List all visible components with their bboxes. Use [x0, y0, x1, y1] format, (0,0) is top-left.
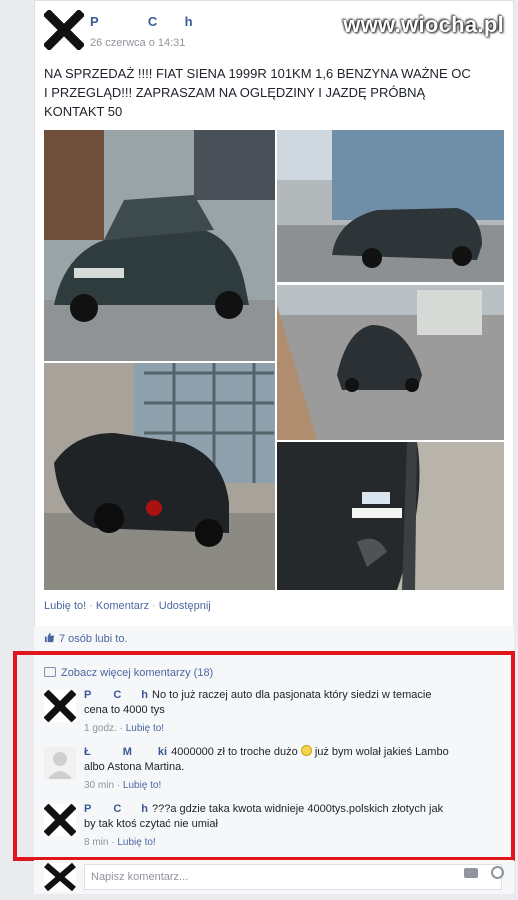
author-name-part: C	[147, 14, 158, 29]
likes-count[interactable]: 7 osób lubi to.	[59, 633, 128, 645]
censored-avatar-icon	[44, 862, 76, 892]
author-avatar[interactable]	[44, 10, 84, 50]
watermark: www.wiocha.pl	[343, 12, 504, 37]
post-photo-car-street[interactable]	[277, 285, 504, 440]
post-timestamp[interactable]: 26 czerwca o 14:31	[90, 37, 185, 49]
comment-input[interactable]: Napisz komentarz...	[84, 864, 502, 890]
post-text-line: I PRZEGLĄD!!! ZAPRASZAM NA OGLĘDZINY I J…	[44, 85, 426, 100]
post-text-line: KONTAKT 50	[44, 104, 123, 119]
thumbs-up-icon	[44, 632, 55, 643]
post-text-line: NA SPRZEDAŻ !!!! FIAT SIENA 1999R 101KM …	[44, 66, 471, 81]
current-user-avatar	[44, 862, 76, 892]
comment-link[interactable]: Komentarz	[96, 600, 149, 612]
highlight-frame	[13, 651, 515, 861]
camera-icon[interactable]	[464, 868, 478, 878]
likes-bar: 7 osób lubi to.	[34, 626, 514, 648]
author-name-part: h	[184, 14, 193, 29]
post-author[interactable]: P C h	[90, 14, 193, 29]
censored-avatar-icon	[44, 10, 84, 50]
write-comment-row: Napisz komentarz...	[34, 860, 514, 894]
emoji-picker-icon[interactable]	[491, 866, 504, 879]
author-name-part: P	[90, 14, 99, 29]
separator: ·	[152, 600, 156, 612]
post-text: NA SPRZEDAŻ !!!! FIAT SIENA 1999R 101KM …	[44, 64, 484, 121]
share-link[interactable]: Udostępnij	[159, 600, 211, 612]
post-photo-car-rear-left[interactable]	[44, 363, 275, 590]
post-photo-car-bumper-close[interactable]	[277, 442, 504, 590]
post-photo-car-front[interactable]	[44, 130, 275, 361]
separator: ·	[89, 600, 93, 612]
post-actions: Lubię to! · Komentarz · Udostępnij	[44, 600, 211, 612]
like-link[interactable]: Lubię to!	[44, 600, 86, 612]
post-photo-car-rear-right[interactable]	[277, 130, 504, 282]
